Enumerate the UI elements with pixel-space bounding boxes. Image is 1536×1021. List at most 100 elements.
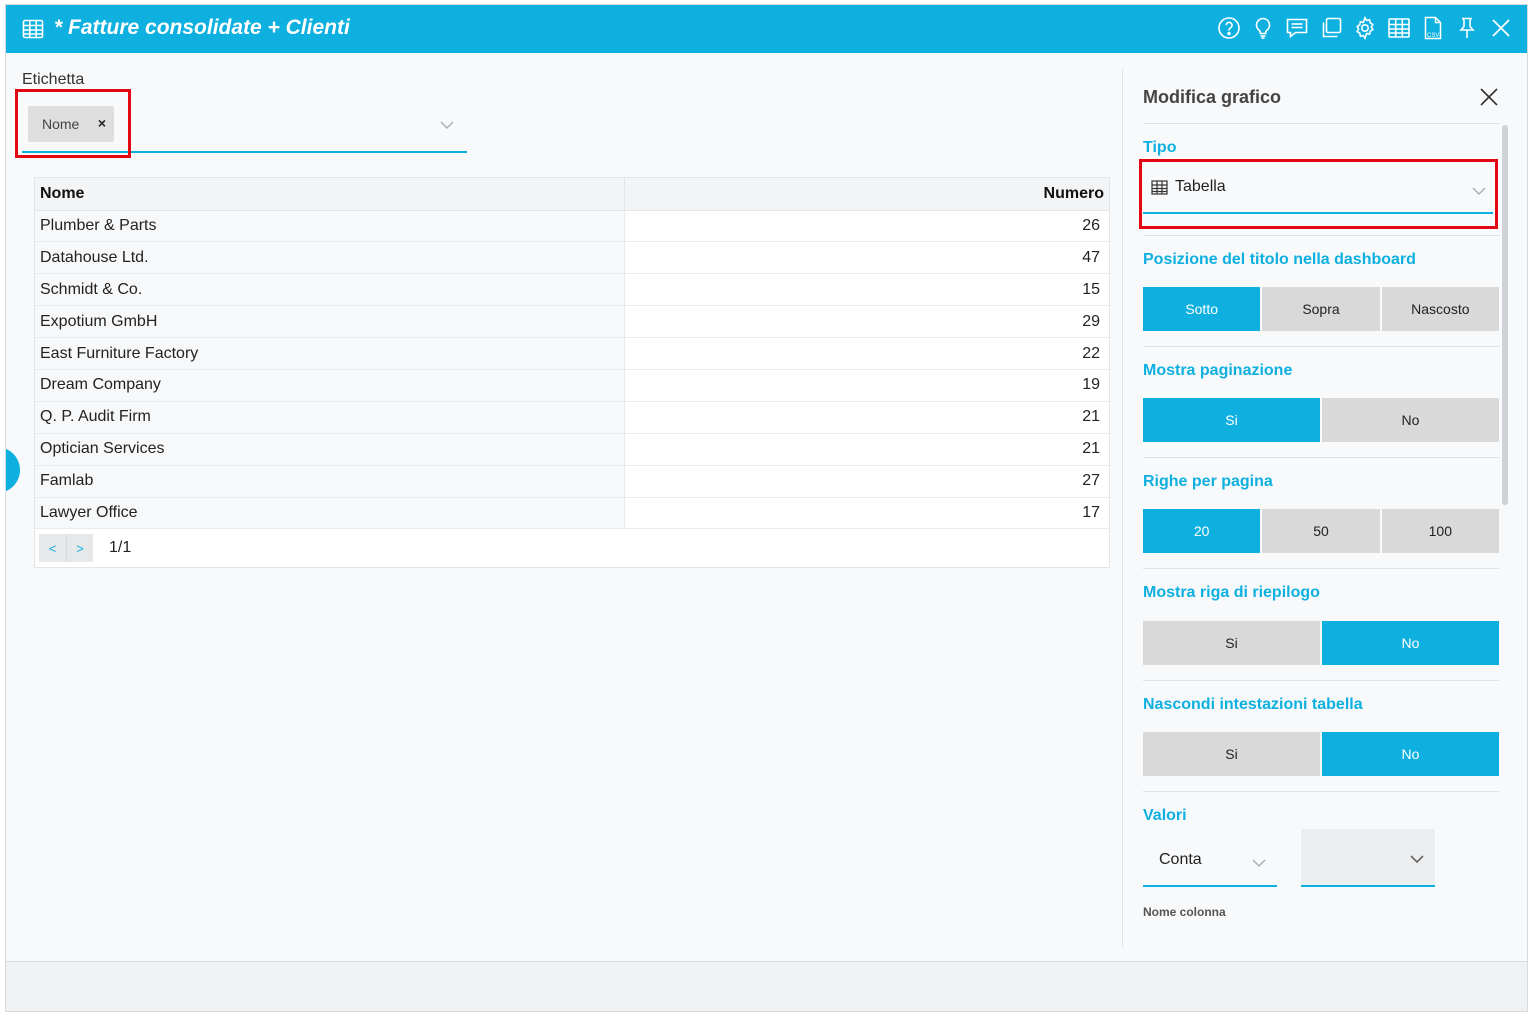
cell-value: 29 xyxy=(623,305,1109,339)
cell-value: 22 xyxy=(623,337,1109,370)
sidebar-toggle-handle[interactable] xyxy=(6,447,20,493)
cell-name: Dream Company xyxy=(35,369,624,402)
divider xyxy=(1143,235,1499,236)
divider xyxy=(1143,568,1499,569)
rows-20-button[interactable]: 20 xyxy=(1143,509,1261,553)
close-icon[interactable] xyxy=(1477,85,1501,109)
valori-label: Valori xyxy=(1143,807,1187,824)
close-icon[interactable] xyxy=(1489,15,1513,41)
etichetta-label: Etichetta xyxy=(22,71,85,88)
table-row: Expotium GmbH 29 xyxy=(35,305,1109,339)
cell-name: Plumber & Parts xyxy=(35,210,624,243)
hide-headers-no-button[interactable]: No xyxy=(1322,732,1499,776)
table-row: Datahouse Ltd. 47 xyxy=(35,241,1109,275)
rows-per-page-toggle: 20 50 100 xyxy=(1143,509,1499,553)
table-icon[interactable] xyxy=(1387,15,1411,41)
cell-value: 17 xyxy=(623,497,1109,530)
pagination-toggle: Si No xyxy=(1143,398,1499,442)
divider xyxy=(1143,346,1499,347)
title-position-toggle: Sotto Sopra Nascosto xyxy=(1143,287,1499,331)
svg-text:CSV: CSV xyxy=(1427,33,1439,39)
title-position-label: Posizione del titolo nella dashboard xyxy=(1143,251,1416,268)
window-title: * Fatture consolidate + Clienti xyxy=(54,16,350,39)
app-window: * Fatture consolidate + Clienti CSV Etic… xyxy=(5,4,1528,1012)
summary-row-label: Mostra riga di riepilogo xyxy=(1143,584,1320,601)
cell-value: 47 xyxy=(623,241,1109,275)
panel-scrollbar[interactable] xyxy=(1502,125,1508,505)
aggregation-select[interactable]: Conta xyxy=(1143,835,1277,887)
aggregation-value: Conta xyxy=(1159,851,1202,868)
divider xyxy=(1143,123,1499,124)
pagination-si-button[interactable]: Si xyxy=(1143,398,1320,442)
panel-title: Modifica grafico xyxy=(1143,87,1282,107)
pagination: < > 1/1 xyxy=(39,534,131,562)
cell-value: 15 xyxy=(623,273,1109,307)
summary-row-si-button[interactable]: Si xyxy=(1143,621,1320,665)
cell-name: Optician Services xyxy=(35,433,624,466)
cell-value: 26 xyxy=(623,210,1109,243)
table-row: Famlab 27 xyxy=(35,465,1109,498)
footer-bar xyxy=(6,961,1527,1011)
table-row: Lawyer Office 17 xyxy=(35,497,1109,530)
table-row: East Furniture Factory 22 xyxy=(35,337,1109,370)
cell-name: Datahouse Ltd. xyxy=(35,241,624,275)
pagination-no-button[interactable]: No xyxy=(1322,398,1499,442)
column-name-label: Nome colonna xyxy=(1143,905,1226,919)
cell-value: 21 xyxy=(623,433,1109,466)
highlight-box-etichetta xyxy=(15,89,131,158)
cell-name: Schmidt & Co. xyxy=(35,273,624,307)
cell-value: 19 xyxy=(623,369,1109,402)
rows-50-button[interactable]: 50 xyxy=(1262,509,1380,553)
table-row: Plumber & Parts 26 xyxy=(35,210,1109,243)
data-table: Nome Numero Plumber & Parts 26 Datahouse … xyxy=(34,177,1110,568)
edit-chart-panel: Modifica grafico Tipo Tabella Posizione … xyxy=(1122,69,1512,947)
title-position-sotto-button[interactable]: Sotto xyxy=(1143,287,1261,331)
rows-100-button[interactable]: 100 xyxy=(1381,509,1499,553)
pagination-label: Mostra paginazione xyxy=(1143,362,1293,379)
table-row: Optician Services 21 xyxy=(35,433,1109,466)
cell-name: Lawyer Office xyxy=(35,497,624,530)
column-header-nome[interactable]: Nome xyxy=(35,178,624,211)
cell-name: Q. P. Audit Firm xyxy=(35,401,624,434)
column-header-numero[interactable]: Numero xyxy=(623,178,1109,211)
divider xyxy=(1143,791,1499,792)
chevron-down-icon[interactable] xyxy=(1251,855,1267,871)
table-header-row: Nome Numero xyxy=(35,178,1109,211)
table-row: Dream Company 19 xyxy=(35,369,1109,402)
hide-headers-label: Nascondi intestazioni tabella xyxy=(1143,696,1363,713)
summary-row-no-button[interactable]: No xyxy=(1322,621,1499,665)
table-row: Schmidt & Co. 15 xyxy=(35,273,1109,307)
comment-icon[interactable] xyxy=(1285,15,1309,41)
gear-icon[interactable] xyxy=(1353,15,1377,41)
cell-name: Expotium GmbH xyxy=(35,305,624,339)
rows-per-page-label: Righe per pagina xyxy=(1143,473,1273,490)
cell-value: 27 xyxy=(623,465,1109,498)
hide-headers-toggle: Si No xyxy=(1143,732,1499,776)
divider xyxy=(1143,680,1499,681)
next-page-button[interactable]: > xyxy=(66,534,93,562)
table-icon xyxy=(22,19,44,39)
page-info: 1/1 xyxy=(109,539,132,556)
table-row: Q. P. Audit Firm 21 xyxy=(35,401,1109,434)
csv-icon[interactable]: CSV xyxy=(1421,15,1445,41)
help-icon[interactable] xyxy=(1217,15,1241,41)
divider xyxy=(1143,457,1499,458)
title-position-nascosto-button[interactable]: Nascosto xyxy=(1381,287,1499,331)
highlight-box-tipo xyxy=(1139,159,1498,229)
title-position-sopra-button[interactable]: Sopra xyxy=(1262,287,1380,331)
chevron-down-icon[interactable] xyxy=(439,117,455,133)
prev-page-button[interactable]: < xyxy=(39,534,66,562)
pin-icon[interactable] xyxy=(1455,15,1479,41)
tipo-label: Tipo xyxy=(1143,139,1177,156)
toolbar: CSV xyxy=(1217,15,1513,41)
field-select[interactable] xyxy=(1301,829,1435,887)
cell-value: 21 xyxy=(623,401,1109,434)
lightbulb-icon[interactable] xyxy=(1251,15,1275,41)
summary-row-toggle: Si No xyxy=(1143,621,1499,665)
cell-name: East Furniture Factory xyxy=(35,337,624,370)
title-bar: * Fatture consolidate + Clienti CSV xyxy=(6,5,1527,53)
chevron-down-icon[interactable] xyxy=(1409,851,1425,867)
hide-headers-si-button[interactable]: Si xyxy=(1143,732,1320,776)
copy-icon[interactable] xyxy=(1319,15,1343,41)
cell-name: Famlab xyxy=(35,465,624,498)
